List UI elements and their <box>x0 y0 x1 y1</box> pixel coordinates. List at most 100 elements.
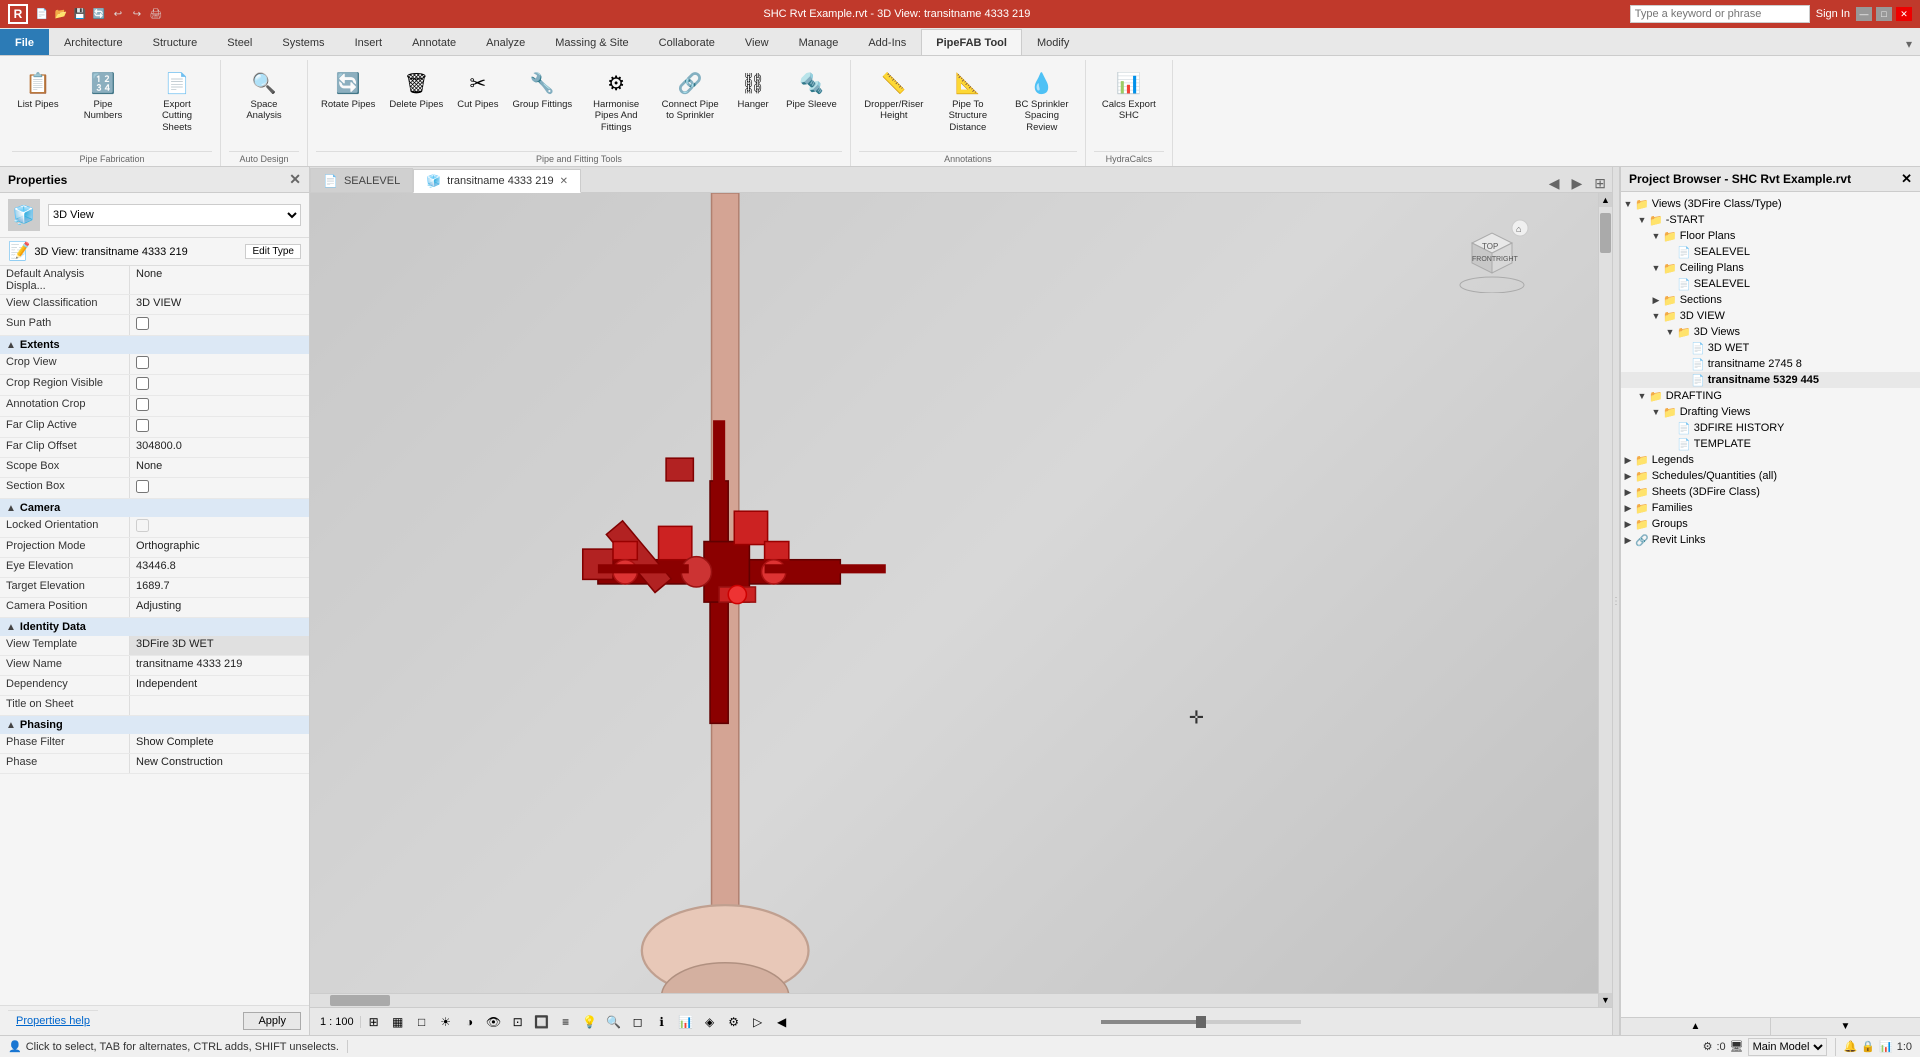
3d-view-btn[interactable]: ▷ <box>747 1011 769 1033</box>
pb-item-3d-wet[interactable]: 📄 3D WET <box>1621 340 1920 356</box>
pb-toggle-floor-plans[interactable]: ▼ <box>1649 229 1663 243</box>
pb-item-floor-plans[interactable]: ▼ 📁 Floor Plans <box>1621 228 1920 244</box>
tab-view[interactable]: View <box>730 29 784 55</box>
prop-val-view-name[interactable]: transitname 4333 219 <box>130 656 309 675</box>
prop-section-extents[interactable]: ▲ Extents <box>0 336 309 354</box>
annotation-crop-checkbox[interactable] <box>136 398 149 411</box>
scale-label[interactable]: 1 : 100 <box>314 1016 361 1028</box>
far-clip-checkbox[interactable] <box>136 419 149 432</box>
pipe-structure-dist-btn[interactable]: 📐 Pipe To Structure Distance <box>933 64 1003 136</box>
collapse-view-btn[interactable]: ◀ <box>771 1011 793 1033</box>
tab-file[interactable]: File <box>0 29 49 55</box>
tab-structure[interactable]: Structure <box>138 29 213 55</box>
prop-val-scope-box[interactable]: None <box>130 458 309 477</box>
close-btn[interactable]: ✕ <box>1896 7 1912 21</box>
crop-view-btn[interactable]: ⊡ <box>507 1011 529 1033</box>
pb-toggle-3dview[interactable]: ▼ <box>1649 309 1663 323</box>
tab-architecture[interactable]: Architecture <box>49 29 138 55</box>
pb-item-3dfire-history[interactable]: 📄 3DFIRE HISTORY <box>1621 420 1920 436</box>
pb-toggle-ceiling-plans[interactable]: ▼ <box>1649 261 1663 275</box>
pb-toggle-3dviews[interactable]: ▼ <box>1663 325 1677 339</box>
detail-level-btn[interactable]: ▦ <box>387 1011 409 1033</box>
tab-collaborate[interactable]: Collaborate <box>644 29 730 55</box>
tab-modify[interactable]: Modify <box>1022 29 1084 55</box>
group-fittings-btn[interactable]: 🔧 Group Fittings <box>507 64 577 113</box>
worksets-btn[interactable]: ⚙ <box>723 1011 745 1033</box>
tab-transitname[interactable]: 🧊 transitname 4333 219 ✕ <box>413 169 581 193</box>
ribbon-collapse[interactable]: ▾ <box>1898 33 1920 55</box>
crop-view-checkbox[interactable] <box>136 356 149 369</box>
prop-val-crop-region[interactable] <box>130 375 309 395</box>
bc-sprinkler-btn[interactable]: 💧 BC Sprinkler Spacing Review <box>1007 64 1077 136</box>
view-cube[interactable]: TOP FRONT RIGHT ⌂ <box>1452 213 1532 293</box>
slider-thumb[interactable] <box>1196 1016 1206 1028</box>
pb-close[interactable]: ✕ <box>1901 171 1912 187</box>
view-slider[interactable] <box>1101 1020 1301 1024</box>
tab-sealevel[interactable]: 📄 SEALEVEL <box>310 168 413 192</box>
prop-val-dependency[interactable]: Independent <box>130 676 309 695</box>
tab-steel[interactable]: Steel <box>212 29 267 55</box>
pb-item-views[interactable]: ▼ 📁 Views (3DFire Class/Type) <box>1621 196 1920 212</box>
prop-val-phase[interactable]: New Construction <box>130 754 309 773</box>
tab-pipefab[interactable]: PipeFAB Tool <box>921 29 1022 55</box>
prop-val-phase-filter[interactable]: Show Complete <box>130 734 309 753</box>
locked-orientation-checkbox[interactable] <box>136 519 149 532</box>
scrollbar-thumb-h[interactable] <box>330 995 390 1006</box>
tab-massing[interactable]: Massing & Site <box>540 29 643 55</box>
connect-pipe-sprinkler-btn[interactable]: 🔗 Connect Pipe to Sprinkler <box>655 64 725 125</box>
pb-scroll-down[interactable]: ▼ <box>1771 1018 1920 1035</box>
properties-btn[interactable]: ℹ <box>651 1011 673 1033</box>
open-icon[interactable]: 📂 <box>53 6 69 22</box>
pb-scroll-up[interactable]: ▲ <box>1621 1018 1771 1035</box>
pb-item-legends[interactable]: ▶ 📁 Legends <box>1621 452 1920 468</box>
temp-hide-btn[interactable]: 🔍 <box>603 1011 625 1033</box>
prop-val-annotation-crop[interactable] <box>130 396 309 416</box>
visual-style-btn[interactable]: □ <box>411 1011 433 1033</box>
pb-toggle-families[interactable]: ▶ <box>1621 501 1635 515</box>
pb-toggle-views[interactable]: ▼ <box>1621 197 1635 211</box>
pb-item-sheets[interactable]: ▶ 📁 Sheets (3DFire Class) <box>1621 484 1920 500</box>
prop-type-dropdown[interactable]: 3D View <box>48 204 301 226</box>
canvas-scrollbar-horizontal[interactable] <box>310 993 1598 1007</box>
tabs-right-arrow[interactable]: ▶ <box>1565 175 1588 192</box>
save-icon[interactable]: 💾 <box>72 6 88 22</box>
pb-item-families[interactable]: ▶ 📁 Families <box>1621 500 1920 516</box>
undo-icon[interactable]: ↩ <box>110 6 126 22</box>
list-pipes-btn[interactable]: 📋 List Pipes <box>12 64 64 113</box>
pb-item-ceiling-plans[interactable]: ▼ 📁 Ceiling Plans <box>1621 260 1920 276</box>
export-cutting-sheets-btn[interactable]: 📄 Export Cutting Sheets <box>142 64 212 136</box>
prop-val-default-analysis[interactable]: None <box>130 266 309 294</box>
sun-path-checkbox[interactable] <box>136 317 149 330</box>
prop-val-target-elevation[interactable]: 1689.7 <box>130 578 309 597</box>
minimize-btn[interactable]: — <box>1856 7 1872 21</box>
pb-item-sections[interactable]: ▶ 📁 Sections <box>1621 292 1920 308</box>
prop-val-section-box[interactable] <box>130 478 309 498</box>
prop-val-eye-elevation[interactable]: 43446.8 <box>130 558 309 577</box>
dropper-riser-btn[interactable]: 📏 Dropper/Riser Height <box>859 64 929 125</box>
pb-toggle-drafting[interactable]: ▼ <box>1635 389 1649 403</box>
pb-item-sealevel-ceiling[interactable]: 📄 SEALEVEL <box>1621 276 1920 292</box>
rotate-pipes-btn[interactable]: 🔄 Rotate Pipes <box>316 64 380 113</box>
tabs-left-arrow[interactable]: ◀ <box>1543 175 1566 192</box>
pb-item-schedules[interactable]: ▶ 📁 Schedules/Quantities (all) <box>1621 468 1920 484</box>
prop-val-crop-view[interactable] <box>130 354 309 374</box>
pb-item-drafting[interactable]: ▼ 📁 DRAFTING <box>1621 388 1920 404</box>
pb-item-start[interactable]: ▼ 📁 -START <box>1621 212 1920 228</box>
pb-toggle-legends[interactable]: ▶ <box>1621 453 1635 467</box>
pb-item-3d-views[interactable]: ▼ 📁 3D Views <box>1621 324 1920 340</box>
tab-annotate[interactable]: Annotate <box>397 29 471 55</box>
prop-val-locked-orientation[interactable] <box>130 517 309 537</box>
tabs-scroll-btn[interactable]: ⊞ <box>1588 175 1612 192</box>
section-box-checkbox[interactable] <box>136 480 149 493</box>
sign-in-btn[interactable]: Sign In <box>1816 8 1850 20</box>
pb-item-3d-view[interactable]: ▼ 📁 3D VIEW <box>1621 308 1920 324</box>
pb-item-template[interactable]: 📄 TEMPLATE <box>1621 436 1920 452</box>
pb-toggle-sections[interactable]: ▶ <box>1649 293 1663 307</box>
pb-item-revit-links[interactable]: ▶ 🔗 Revit Links <box>1621 532 1920 548</box>
scrollbar-up-btn[interactable]: ▲ <box>1599 193 1612 207</box>
crop-region-checkbox[interactable] <box>136 377 149 390</box>
properties-close[interactable]: ✕ <box>289 171 301 188</box>
pb-item-transitname-2745[interactable]: 📄 transitname 2745 8 <box>1621 356 1920 372</box>
pb-toggle-schedules[interactable]: ▶ <box>1621 469 1635 483</box>
canvas-scrollbar-vertical[interactable]: ▲ ▼ <box>1598 193 1612 1007</box>
